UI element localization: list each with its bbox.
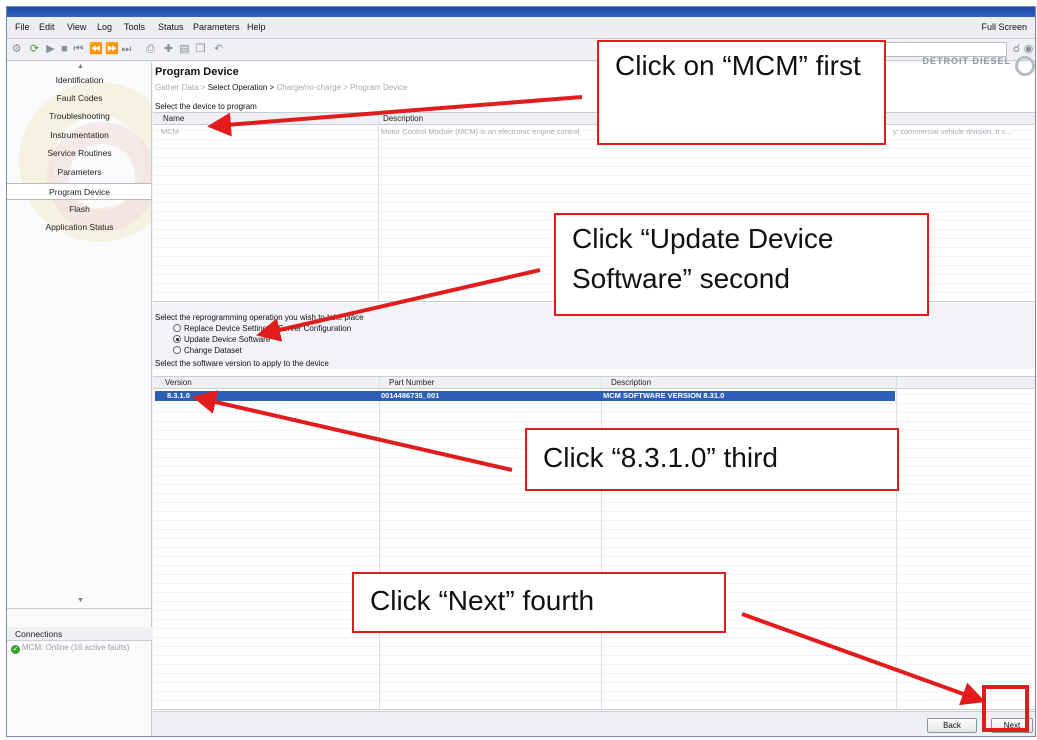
column-header-version: Version [165,378,192,387]
refresh-icon[interactable]: ⟳ [29,43,40,55]
table-row-selected[interactable]: 8.3.1.0 0014486735_001 MCM SOFTWARE VERS… [155,391,895,401]
part-number-cell: 0014486735_001 [381,391,440,400]
software-section-label: Select the software version to apply to … [155,359,329,368]
page-title: Program Device [155,66,239,78]
menu-tools[interactable]: Tools [124,22,145,32]
breadcrumb-step-gather: Gather Data > [155,83,206,92]
column-header-description: Description [611,378,652,387]
next-button-highlight [982,685,1029,732]
full-screen-button[interactable]: Full Screen [981,22,1027,32]
scroll-down-icon[interactable]: ▼ [77,597,84,604]
connections-header: Connections [7,627,152,641]
copy-icon[interactable]: ❐ [195,43,206,55]
connections-panel: ▼ Connections ✓ MCM: Online (16 active fa… [7,597,152,736]
menu-log[interactable]: Log [97,22,112,32]
brand-name: DETROIT DIESEL [922,56,1011,66]
software-table-header: Version Part Number Description [153,377,1035,389]
breadcrumb-step-select: Select Operation > [207,83,275,92]
menu-edit[interactable]: Edit [39,22,55,32]
callout-update-software: Click “Update Device Software” second [554,213,929,316]
column-divider [379,377,380,711]
callout-next: Click “Next” fourth [352,572,726,633]
radio-selected-icon [173,335,181,343]
connect-icon[interactable]: ⚙ [11,43,22,55]
operation-section-label: Select the reprogramming operation you w… [155,313,364,322]
software-description-cell: MCM SOFTWARE VERSION 8.31.0 [603,391,725,400]
column-header-name: Name [163,114,185,123]
back-button[interactable]: Back [927,718,977,733]
sidebar-item-identification[interactable]: Identification [7,72,151,89]
connection-item[interactable]: ✓ MCM: Online (16 active faults) [11,643,130,654]
forward-icon[interactable]: ⏩ [105,43,119,55]
callout-mcm: Click on “MCM” first [597,40,886,145]
print-icon[interactable]: ⎙ [145,43,156,55]
radio-change-dataset[interactable]: Change Dataset [173,346,242,355]
navigation-sidebar: ▲ Identification Fault Codes Troubleshoo… [7,62,152,622]
device-description-cell: Motor Control Module (MCM) is an electro… [381,127,580,136]
radio-replace-settings[interactable]: Replace Device Settings / Server Configu… [173,324,351,333]
breadcrumb-step-program: Program Device [350,83,408,92]
device-name-cell[interactable]: MCM [161,127,179,136]
sidebar-item-fault-codes[interactable]: Fault Codes [7,90,151,107]
menu-bar: File Edit View Log Tools Status Paramete… [7,17,1035,39]
menu-view[interactable]: View [67,22,86,32]
last-icon[interactable]: ⏭ [121,43,132,55]
brand-logo-icon [1015,56,1035,76]
column-divider [378,113,379,303]
device-description-cell-tail: y' commercial vehicle division. It s... [893,127,1012,136]
help-icon[interactable]: ◉ [1023,43,1034,55]
play-icon[interactable]: ▶ [45,43,56,55]
menu-status[interactable]: Status [158,22,184,32]
first-icon[interactable]: ⏮ [73,43,84,55]
radio-icon [173,346,181,354]
column-header-part-number: Part Number [389,378,435,387]
radio-label: Replace Device Settings / Server Configu… [184,324,352,333]
search-icon[interactable]: ☌ [1011,43,1022,55]
rewind-icon[interactable]: ⏪ [89,43,103,55]
menu-file[interactable]: File [15,22,30,32]
add-icon[interactable]: ✚ [163,43,174,55]
callout-version: Click “8.3.1.0” third [525,428,899,491]
wizard-button-bar: Back Next [153,711,1035,736]
sidebar-item-service-routines[interactable]: Service Routines [7,145,151,162]
stop-icon[interactable]: ■ [59,43,70,55]
check-icon: ✓ [11,645,20,654]
radio-label: Change Dataset [184,346,242,355]
sidebar-item-instrumentation[interactable]: Instrumentation [7,127,151,144]
sidebar-item-application-status[interactable]: Application Status [7,219,151,236]
device-table-header: Name Description [153,113,1035,125]
main-panel: Program Device Gather Data > Select Oper… [153,56,1035,736]
sidebar-item-flash[interactable]: Flash [7,201,151,218]
radio-label: Update Device Software [184,335,271,344]
software-table: Version Part Number Description 8.3.1.0 … [153,376,1035,711]
radio-update-software[interactable]: Update Device Software [173,335,270,344]
scroll-up-icon[interactable]: ▲ [77,63,84,70]
sidebar-item-troubleshooting[interactable]: Troubleshooting [7,108,151,125]
menu-help[interactable]: Help [247,22,266,32]
menu-parameters[interactable]: Parameters [193,22,240,32]
version-cell[interactable]: 8.3.1.0 [167,391,190,400]
sidebar-item-program-device[interactable]: Program Device [7,183,151,200]
title-bar [7,7,1035,17]
radio-icon [173,324,181,332]
breadcrumb: Gather Data > Select Operation > Charge/… [155,83,407,92]
breadcrumb-step-charge: Charge/no-charge > [276,83,348,92]
device-section-label: Select the device to program [155,102,257,111]
column-header-description: Description [383,114,424,123]
document-icon[interactable]: ▤ [179,43,190,55]
undo-icon[interactable]: ↶ [213,43,224,55]
connection-status-text: MCM: Online (16 active faults) [22,643,130,652]
sidebar-item-parameters[interactable]: Parameters [7,164,151,181]
